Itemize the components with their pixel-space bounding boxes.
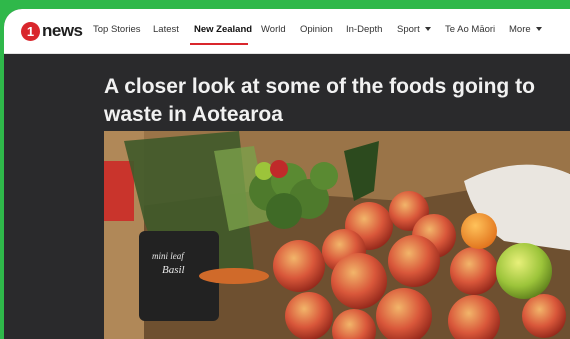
top-navigation: 1 news Top Stories Latest New Zealand Wo…: [4, 9, 570, 54]
nav-world[interactable]: World: [261, 24, 286, 35]
nav-sport[interactable]: Sport: [397, 24, 431, 35]
nav-te-ao-maori[interactable]: Te Ao Māori: [445, 24, 495, 35]
logo-badge: 1: [21, 21, 40, 41]
article-hero-image: mini leaf Basil: [104, 131, 570, 339]
nav-top-stories[interactable]: Top Stories: [93, 24, 141, 35]
chevron-down-icon: [424, 27, 431, 32]
image-label-line-1: mini leaf: [152, 251, 185, 261]
nav-sport-label: Sport: [397, 24, 420, 35]
nav-more-label: More: [509, 24, 531, 35]
1news-logo[interactable]: 1 news: [21, 21, 83, 41]
nav-in-depth[interactable]: In-Depth: [346, 24, 382, 35]
logo-text: news: [42, 21, 83, 40]
nav-latest[interactable]: Latest: [153, 24, 179, 35]
headline-line-2: waste in Aotearoa: [104, 103, 283, 126]
browser-frame: 1 news Top Stories Latest New Zealand Wo…: [4, 9, 570, 339]
nav-more[interactable]: More: [509, 24, 542, 35]
active-tab-indicator: [190, 43, 248, 45]
nav-new-zealand[interactable]: New Zealand: [194, 24, 252, 35]
image-label-line-2: Basil: [162, 264, 185, 276]
chevron-down-icon: [535, 27, 542, 32]
food-waste-photo: mini leaf Basil: [104, 131, 570, 339]
nav-opinion[interactable]: Opinion: [300, 24, 333, 35]
headline-line-1: A closer look at some of the foods going…: [104, 75, 535, 98]
article-headline: A closer look at some of the foods going…: [104, 73, 570, 129]
